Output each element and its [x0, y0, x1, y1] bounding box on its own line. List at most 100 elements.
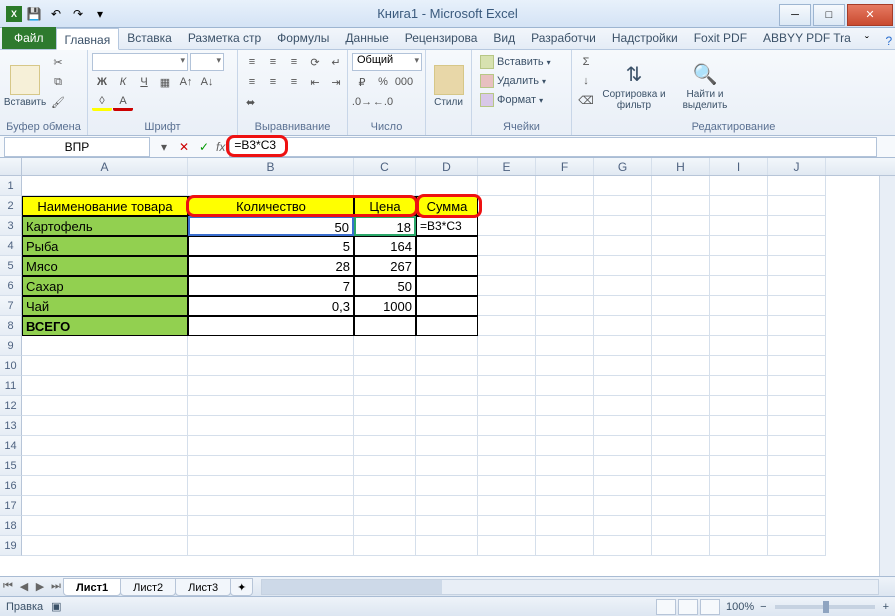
cell[interactable] — [710, 256, 768, 276]
orientation-icon[interactable]: ⟳ — [305, 53, 325, 71]
cell[interactable] — [652, 436, 710, 456]
cell-qty[interactable]: 7 — [188, 276, 354, 296]
header-name[interactable]: Наименование товара — [22, 196, 188, 216]
row-header[interactable]: 2 — [0, 196, 22, 216]
tab-formulas[interactable]: Формулы — [269, 27, 337, 49]
row-header[interactable]: 4 — [0, 236, 22, 256]
cell[interactable] — [354, 436, 416, 456]
minimize-button[interactable]: ─ — [779, 4, 811, 26]
cell[interactable] — [594, 356, 652, 376]
cell[interactable] — [416, 516, 478, 536]
cell[interactable] — [768, 396, 826, 416]
cell[interactable] — [188, 436, 354, 456]
cell[interactable] — [768, 476, 826, 496]
sheet-nav-last-icon[interactable]: ⏭ — [48, 579, 64, 595]
cell[interactable] — [594, 276, 652, 296]
cell[interactable] — [188, 516, 354, 536]
cell[interactable] — [354, 536, 416, 556]
cell[interactable] — [710, 176, 768, 196]
align-top-icon[interactable]: ≡ — [242, 53, 262, 71]
cell[interactable] — [478, 216, 536, 236]
row-header[interactable]: 17 — [0, 496, 22, 516]
cell[interactable] — [478, 356, 536, 376]
cell[interactable] — [652, 256, 710, 276]
cell[interactable] — [536, 296, 594, 316]
decrease-font-icon[interactable]: A↓ — [197, 73, 217, 91]
cell[interactable] — [188, 416, 354, 436]
cell[interactable] — [478, 316, 536, 336]
cell[interactable] — [768, 176, 826, 196]
cell[interactable] — [22, 436, 188, 456]
currency-icon[interactable]: ₽ — [352, 73, 372, 91]
cell[interactable] — [22, 456, 188, 476]
col-header-c[interactable]: C — [354, 158, 416, 175]
cell[interactable] — [536, 336, 594, 356]
close-button[interactable]: ✕ — [847, 4, 893, 26]
cell[interactable] — [536, 516, 594, 536]
tab-page-layout[interactable]: Разметка стр — [180, 27, 269, 49]
decrease-decimal-icon[interactable]: ←.0 — [373, 93, 393, 111]
tab-addins[interactable]: Надстройки — [604, 27, 686, 49]
cell[interactable] — [22, 376, 188, 396]
cell[interactable] — [416, 176, 478, 196]
cell[interactable] — [710, 296, 768, 316]
cell[interactable] — [652, 476, 710, 496]
cell[interactable] — [354, 336, 416, 356]
cell-qty[interactable]: 28 — [188, 256, 354, 276]
cell[interactable] — [478, 236, 536, 256]
col-header-a[interactable]: A — [22, 158, 188, 175]
row-header[interactable]: 8 — [0, 316, 22, 336]
cell[interactable] — [22, 336, 188, 356]
cell[interactable] — [416, 456, 478, 476]
col-header-i[interactable]: I — [710, 158, 768, 175]
cell[interactable] — [652, 216, 710, 236]
font-size-input[interactable] — [190, 53, 224, 71]
cell[interactable] — [768, 456, 826, 476]
cell[interactable] — [22, 396, 188, 416]
cell[interactable] — [768, 436, 826, 456]
cell[interactable] — [354, 416, 416, 436]
font-name-input[interactable] — [92, 53, 188, 71]
tab-developer[interactable]: Разработчи — [523, 27, 604, 49]
cell[interactable] — [594, 496, 652, 516]
cell[interactable] — [652, 356, 710, 376]
cell[interactable] — [478, 296, 536, 316]
cell[interactable] — [768, 516, 826, 536]
cell[interactable] — [416, 356, 478, 376]
cell[interactable] — [536, 536, 594, 556]
cell[interactable] — [188, 536, 354, 556]
number-format-select[interactable]: Общий — [352, 53, 422, 71]
row-header[interactable]: 18 — [0, 516, 22, 536]
sheet-nav-prev-icon[interactable]: ◀ — [16, 579, 32, 595]
find-select-button[interactable]: 🔍 Найти и выделить — [672, 53, 738, 119]
sort-filter-button[interactable]: ⇅ Сортировка и фильтр — [598, 53, 670, 119]
increase-decimal-icon[interactable]: .0→ — [352, 93, 372, 111]
cell[interactable] — [478, 516, 536, 536]
cell[interactable] — [710, 356, 768, 376]
cell[interactable] — [22, 476, 188, 496]
cell[interactable] — [536, 256, 594, 276]
qat-dropdown-icon[interactable]: ▾ — [90, 4, 110, 24]
header-sum[interactable]: Сумма — [416, 196, 478, 216]
view-normal-icon[interactable] — [656, 599, 676, 615]
cell[interactable] — [594, 536, 652, 556]
cell[interactable] — [416, 376, 478, 396]
cell[interactable] — [652, 176, 710, 196]
cell[interactable] — [594, 436, 652, 456]
cell[interactable] — [652, 336, 710, 356]
cell[interactable] — [594, 336, 652, 356]
confirm-formula-icon[interactable]: ✓ — [194, 137, 214, 157]
cell[interactable] — [536, 176, 594, 196]
cell-name[interactable]: Сахар — [22, 276, 188, 296]
cell-price[interactable]: 50 — [354, 276, 416, 296]
cell[interactable] — [710, 316, 768, 336]
cell[interactable] — [536, 496, 594, 516]
row-header[interactable]: 1 — [0, 176, 22, 196]
cell[interactable] — [536, 236, 594, 256]
cell[interactable] — [416, 436, 478, 456]
cell[interactable] — [22, 516, 188, 536]
new-sheet-button[interactable]: ✦ — [230, 578, 253, 596]
view-page-layout-icon[interactable] — [678, 599, 698, 615]
tab-view[interactable]: Вид — [485, 27, 523, 49]
cell[interactable] — [478, 396, 536, 416]
